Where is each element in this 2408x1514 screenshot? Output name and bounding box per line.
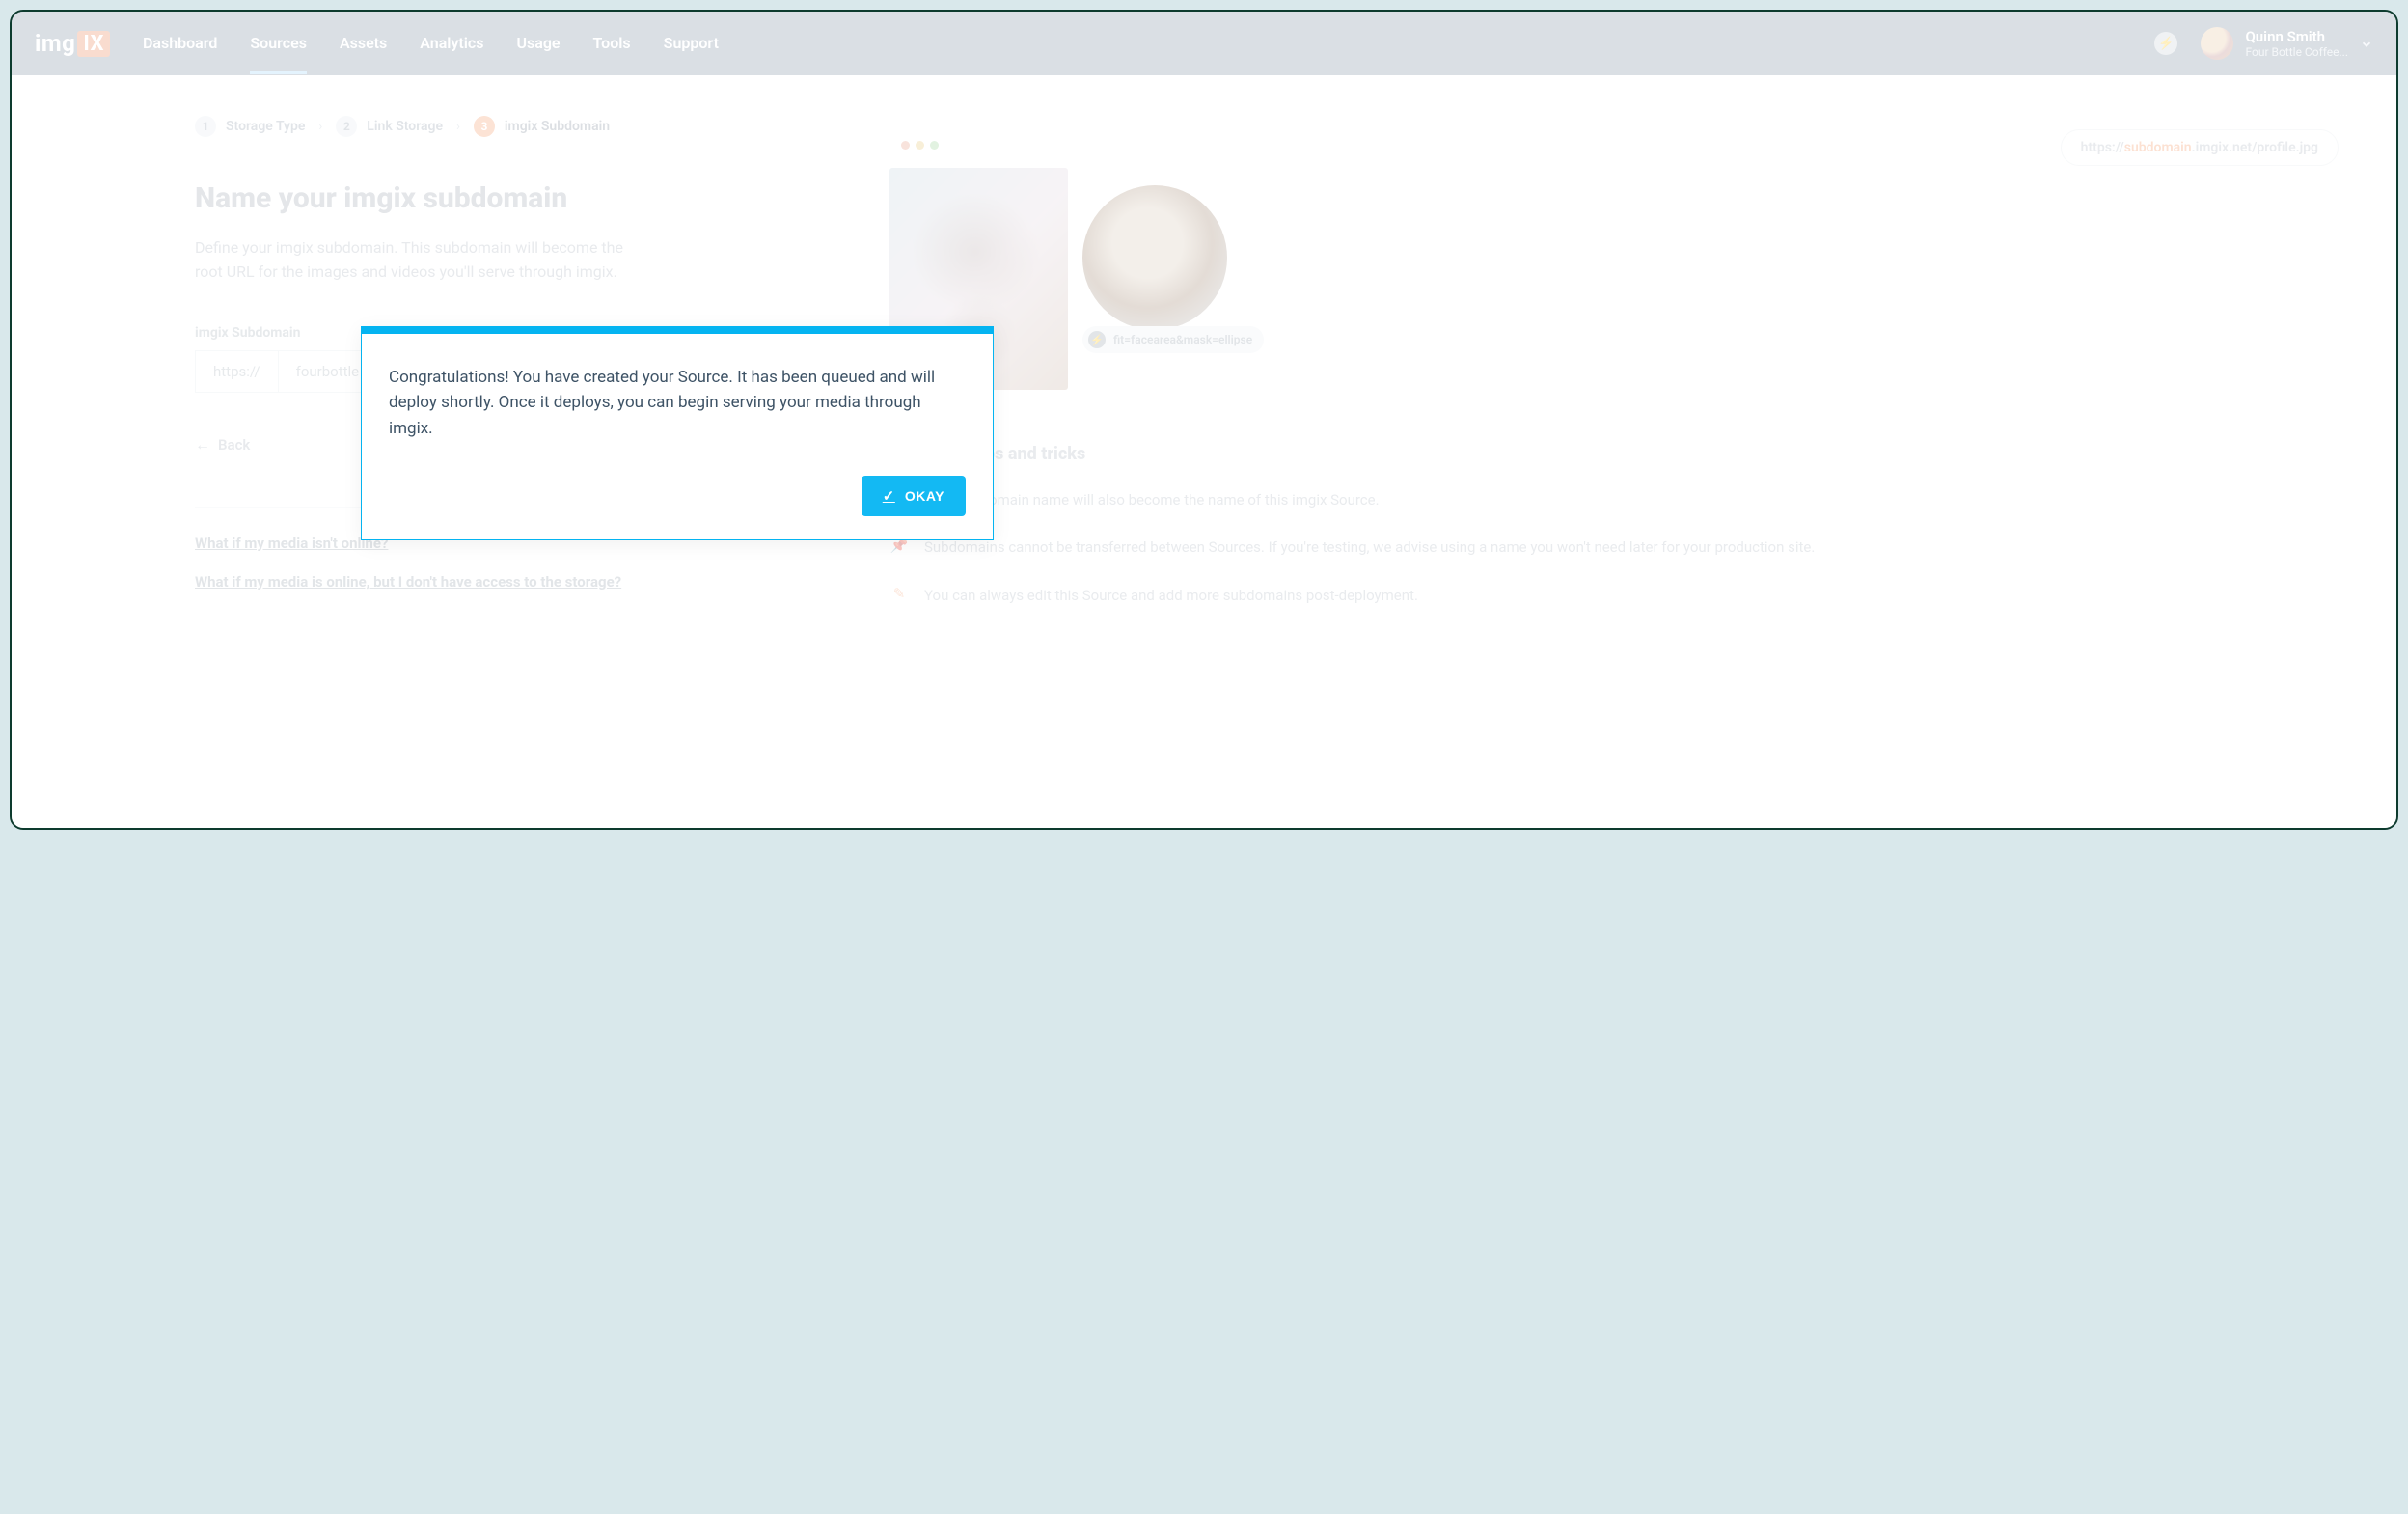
user-name: Quinn Smith xyxy=(2245,28,2348,45)
tip-text: You can always edit this Source and add … xyxy=(924,585,1418,607)
nav-support[interactable]: Support xyxy=(664,13,719,74)
breadcrumb-step-2-label: Link Storage xyxy=(367,119,443,134)
user-menu[interactable]: Quinn Smith Four Bottle Coffee... xyxy=(2201,27,2373,60)
nav-items: Dashboard Sources Assets Analytics Usage… xyxy=(143,13,719,74)
nav-dashboard[interactable]: Dashboard xyxy=(143,13,217,74)
nav-analytics[interactable]: Analytics xyxy=(420,13,483,74)
window-dots-icon xyxy=(901,141,939,150)
top-nav: img IX Dashboard Sources Assets Analytic… xyxy=(12,12,2396,75)
breadcrumb: 1 Storage Type › 2 Link Storage › 3 imgi… xyxy=(195,116,812,137)
tip-text: Subdomains cannot be transferred between… xyxy=(924,537,1815,559)
page-title: Name your imgix subdomain xyxy=(195,181,812,215)
breadcrumb-step-1[interactable]: 1 Storage Type xyxy=(195,116,305,137)
breadcrumb-step-3[interactable]: 3 imgix Subdomain xyxy=(474,116,610,137)
nav-sources[interactable]: Sources xyxy=(250,13,307,74)
tip-item: IX Your subdomain name will also become … xyxy=(889,489,2339,511)
logo[interactable]: img IX xyxy=(35,30,110,57)
page-description: Define your imgix subdomain. This subdom… xyxy=(195,236,648,285)
bolt-icon: ⚡ xyxy=(1088,331,1106,348)
back-label: Back xyxy=(218,436,250,454)
okay-label: OKAY xyxy=(905,488,944,504)
success-modal: Congratulations! You have created your S… xyxy=(361,326,994,540)
example-photo-transformed xyxy=(1082,185,1227,330)
example-params-chip: ⚡ fit=facearea&mask=ellipse xyxy=(1082,326,1264,353)
subdomain-diagram: https://subdomain.imgix.net/profile.jpg … xyxy=(889,124,2339,403)
pencil-icon: ✎ xyxy=(889,585,909,607)
example-url-pre: https:// xyxy=(2081,140,2124,155)
arrow-left-icon: ← xyxy=(195,435,210,454)
breadcrumb-step-1-label: Storage Type xyxy=(226,119,305,134)
logo-prefix: img xyxy=(35,30,75,57)
tips-title: tips and tricks xyxy=(974,444,2339,464)
modal-message: Congratulations! You have created your S… xyxy=(389,365,966,441)
breadcrumb-step-2[interactable]: 2 Link Storage xyxy=(336,116,443,137)
user-org: Four Bottle Coffee... xyxy=(2245,45,2348,59)
example-url-post: .imgix.net/profile.jpg xyxy=(2192,140,2318,155)
nav-assets[interactable]: Assets xyxy=(340,13,387,74)
chevron-down-icon xyxy=(2360,37,2373,50)
example-params-text: fit=facearea&mask=ellipse xyxy=(1113,333,1252,346)
check-icon: ✓ xyxy=(883,487,895,505)
example-url-sub: subdomain xyxy=(2124,140,2192,155)
tip-item: ✎ You can always edit this Source and ad… xyxy=(889,585,2339,607)
breadcrumb-step-2-num: 2 xyxy=(336,116,357,137)
tips-list: IX Your subdomain name will also become … xyxy=(889,489,2339,607)
nav-usage[interactable]: Usage xyxy=(517,13,561,74)
breadcrumb-step-1-num: 1 xyxy=(195,116,216,137)
avatar xyxy=(2201,27,2233,60)
nav-tools[interactable]: Tools xyxy=(593,13,631,74)
bolt-icon[interactable]: ⚡ xyxy=(2154,32,2177,55)
logo-suffix: IX xyxy=(77,31,110,57)
chevron-right-icon: › xyxy=(318,120,322,134)
okay-button[interactable]: ✓ OKAY xyxy=(862,476,966,516)
breadcrumb-step-3-label: imgix Subdomain xyxy=(505,119,610,134)
tip-item: 📌 Subdomains cannot be transferred betwe… xyxy=(889,537,2339,559)
faq-link-2[interactable]: What if my media is online, but I don't … xyxy=(195,573,812,591)
subdomain-prefix: https:// xyxy=(195,350,278,393)
chevron-right-icon: › xyxy=(456,120,460,134)
example-url: https://subdomain.imgix.net/profile.jpg xyxy=(2061,129,2339,166)
breadcrumb-step-3-num: 3 xyxy=(474,116,495,137)
